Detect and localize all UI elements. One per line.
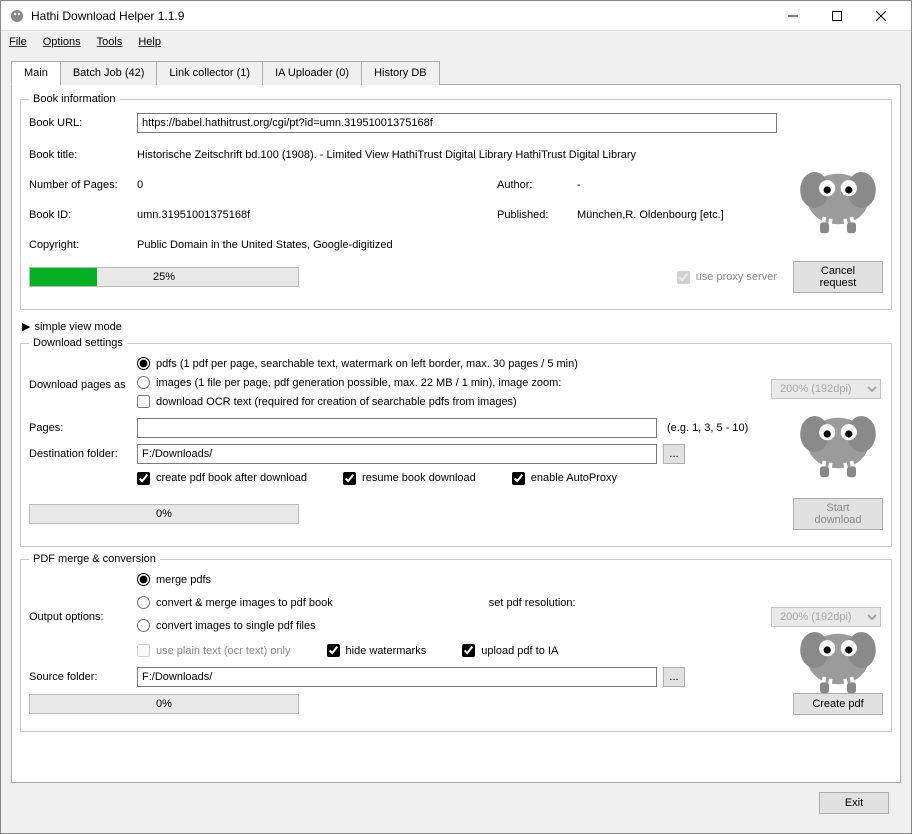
pages-input-label: Pages: [29,422,137,434]
book-info-legend: Book information [29,93,120,105]
radio-convert-merge-label: convert & merge images to pdf book [156,597,333,609]
create-pdf-button[interactable]: Create pdf [793,693,883,715]
src-input[interactable] [137,667,657,687]
bookid-value: umn.31951001375168f [137,209,497,221]
dl-progress-text: 0% [30,505,298,523]
ocr-checkbox[interactable] [137,395,150,408]
copyright-value: Public Domain in the United States, Goog… [137,239,393,251]
cancel-button[interactable]: Cancel request [793,261,883,293]
exit-button[interactable]: Exit [819,792,889,814]
menu-file[interactable]: File [9,36,27,48]
download-settings-group: Download settings Download pages as pdfs… [20,337,892,547]
resume-checkbox[interactable] [343,472,356,485]
pdf-merge-group: PDF merge & conversion Output options: m… [20,553,892,732]
elephant-icon [793,145,883,235]
tab-main[interactable]: Main [11,61,61,85]
maximize-button[interactable] [815,2,859,30]
url-input[interactable] [137,113,777,133]
src-browse-button[interactable]: ... [663,667,685,687]
menu-bar: File Options Tools Help [1,31,911,53]
radio-merge-label: merge pdfs [156,574,211,586]
download-legend: Download settings [29,337,127,349]
download-as-label: Download pages as [29,379,137,391]
dl-progress: 0% [29,504,299,524]
tab-ia[interactable]: IA Uploader (0) [262,61,362,85]
title-value: Historische Zeitschrift bd.100 (1908). -… [137,149,636,161]
bookid-label: Book ID: [29,209,137,221]
triangle-icon: ▶ [22,320,30,333]
plain-label: use plain text (ocr text) only [156,645,291,657]
window-title: Hathi Download Helper 1.1.9 [31,9,771,23]
create-pdf-checkbox[interactable] [137,472,150,485]
menu-options[interactable]: Options [43,36,81,48]
copyright-label: Copyright: [29,239,137,251]
radio-pdfs-label: pdfs (1 pdf per page, searchable text, w… [156,358,578,370]
pdf-legend: PDF merge & conversion [29,553,160,565]
pages-hint: (e.g. 1, 3, 5 - 10) [667,422,748,434]
published-value: München,R. Oldenbourg [etc.] [577,209,724,221]
radio-images-label: images (1 file per page, pdf generation … [156,377,561,389]
output-label: Output options: [29,611,137,623]
autoproxy-label: enable AutoProxy [531,472,617,484]
close-button[interactable] [859,2,903,30]
app-icon [9,8,25,24]
resume-label: resume book download [362,472,476,484]
simple-view-label: simple view mode [34,321,121,333]
minimize-button[interactable] [771,2,815,30]
tab-history[interactable]: History DB [361,61,440,85]
title-bar: Hathi Download Helper 1.1.9 [1,1,911,31]
proxy-checkbox [677,271,690,284]
radio-convert-single-label: convert images to single pdf files [156,620,316,632]
elephant-icon [793,389,883,479]
start-download-button: Start download [793,498,883,530]
book-info-group: Book information Book URL: Book title: H… [20,93,892,310]
tabs: Main Batch Job (42) Link collector (1) I… [11,61,901,85]
radio-convert-single[interactable] [137,619,150,632]
elephant-icon [793,605,883,695]
upload-checkbox[interactable] [462,644,475,657]
ocr-label: download OCR text (required for creation… [156,396,517,408]
pdf-progress: 0% [29,694,299,714]
create-pdf-label: create pdf book after download [156,472,307,484]
simple-view-toggle[interactable]: ▶ simple view mode [20,316,892,337]
hide-checkbox[interactable] [327,644,340,657]
radio-convert-merge[interactable] [137,596,150,609]
menu-tools[interactable]: Tools [97,36,123,48]
dest-input[interactable] [137,444,657,464]
menu-help[interactable]: Help [138,36,161,48]
pages-label: Number of Pages: [29,179,137,191]
dest-label: Destination folder: [29,448,137,460]
reso-label: set pdf resolution: [489,597,576,609]
src-label: Source folder: [29,671,137,683]
tab-batch[interactable]: Batch Job (42) [60,61,158,85]
author-value: - [577,179,581,191]
radio-images[interactable] [137,376,150,389]
proxy-label: use proxy server [696,271,777,283]
book-progress-text: 25% [30,268,298,286]
dest-browse-button[interactable]: ... [663,444,685,464]
pages-value: 0 [137,179,497,191]
pages-input[interactable] [137,418,657,438]
tab-link[interactable]: Link collector (1) [156,61,263,85]
pdf-progress-text: 0% [30,695,298,713]
radio-pdfs[interactable] [137,357,150,370]
upload-label: upload pdf to IA [481,645,558,657]
published-label: Published: [497,209,577,221]
author-label: Author: [497,179,577,191]
title-label: Book title: [29,149,137,161]
autoproxy-checkbox[interactable] [512,472,525,485]
plain-checkbox [137,644,150,657]
radio-merge[interactable] [137,573,150,586]
hide-label: hide watermarks [346,645,427,657]
url-label: Book URL: [29,117,137,129]
book-progress: 25% [29,267,299,287]
